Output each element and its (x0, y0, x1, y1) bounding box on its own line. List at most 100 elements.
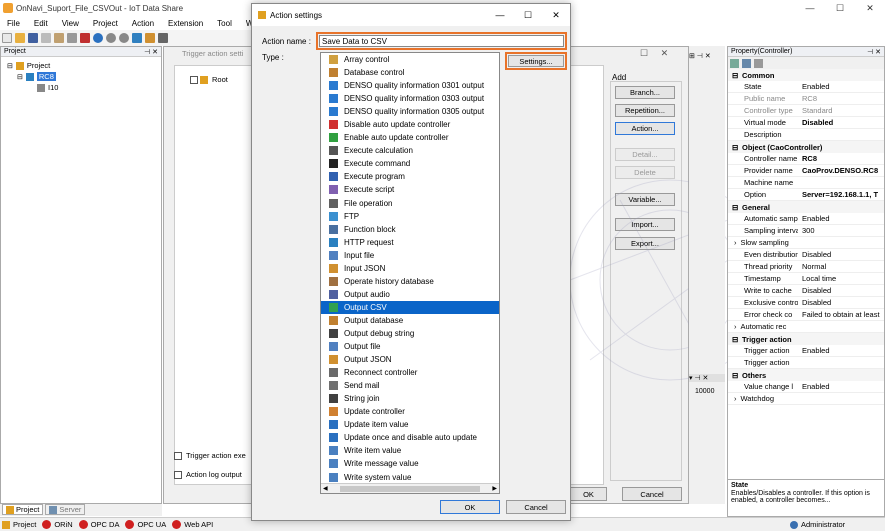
action-type-item[interactable]: Enable auto update controller (321, 131, 499, 144)
tab-server[interactable]: Server (45, 504, 86, 515)
action-type-item[interactable]: DENSO quality information 0301 output (321, 79, 499, 92)
action-type-item[interactable]: Execute command (321, 157, 499, 170)
log-checkbox-box[interactable] (174, 470, 182, 479)
action-type-item[interactable]: Execute program (321, 170, 499, 183)
property-row[interactable]: State Enabled (728, 81, 884, 93)
dock-controls-bottom[interactable]: ▾ ⊣ ✕ (689, 374, 725, 382)
tree-item-root[interactable]: Root (190, 75, 228, 84)
action-type-item[interactable]: Output file (321, 340, 499, 353)
property-collapsed-watchdog[interactable]: › Watchdog (728, 393, 884, 405)
panel-pin-close-icon[interactable]: ⊣ ✕ (144, 48, 161, 56)
menu-edit[interactable]: Edit (27, 19, 55, 28)
action-type-item[interactable]: Output audio (321, 288, 499, 301)
branch-button[interactable]: Branch... (615, 86, 675, 99)
action-type-item[interactable]: Input JSON (321, 262, 499, 275)
action-type-item[interactable]: Write system value (321, 471, 499, 484)
property-row[interactable]: Even distribution Disabled (728, 249, 884, 261)
property-pages-icon[interactable] (754, 58, 763, 68)
action-type-item[interactable]: Input file (321, 249, 499, 262)
property-row[interactable]: Value change l Enabled (728, 381, 884, 393)
action-type-item[interactable]: Update once and disable auto update (321, 431, 499, 444)
minimize-button[interactable]: — (795, 0, 825, 16)
open-folder-icon[interactable] (15, 33, 25, 43)
dialog-close-button[interactable]: ✕ (542, 10, 570, 21)
tree-item-i10[interactable]: I10 (7, 82, 155, 93)
action-log-output-checkbox[interactable]: Action log output (174, 470, 242, 479)
property-row[interactable]: Automatic sampling Enabled (728, 213, 884, 225)
paste-icon[interactable] (54, 33, 64, 43)
property-row[interactable]: Machine name (728, 177, 884, 189)
category-object[interactable]: ⊟ Object (CaoController) (728, 141, 884, 153)
property-row[interactable]: Public name RC8 (728, 93, 884, 105)
property-collapsed-automatic-rec[interactable]: › Automatic rec (728, 321, 884, 333)
panel-pin-close-icon[interactable]: ⊣ ✕ (867, 48, 884, 56)
status-project[interactable]: Project (2, 520, 36, 529)
close-button[interactable]: ✕ (855, 0, 885, 16)
repetition-button[interactable]: Repetition... (615, 104, 675, 117)
category-general[interactable]: ⊟ General (728, 201, 884, 213)
scroll-right-icon[interactable]: ▶ (492, 485, 497, 492)
menu-extension[interactable]: Extension (161, 19, 210, 28)
action-type-item[interactable]: Array control (321, 53, 499, 66)
play-icon[interactable] (93, 33, 103, 43)
dialog-minimize-button[interactable]: — (486, 10, 514, 21)
menu-project[interactable]: Project (86, 19, 125, 28)
trigger-cancel-button[interactable]: Cancel (622, 487, 682, 501)
copy-icon[interactable] (41, 33, 51, 43)
property-row[interactable]: Write to cache Disabled (728, 285, 884, 297)
menu-action[interactable]: Action (125, 19, 161, 28)
tools-icon[interactable] (145, 33, 155, 43)
expand-icon[interactable]: › (734, 322, 737, 331)
action-type-item[interactable]: Execute script (321, 183, 499, 196)
action-button[interactable]: Action... (615, 122, 675, 135)
maximize-button[interactable]: ☐ (825, 0, 855, 16)
tree-item-project[interactable]: ⊟ Project (7, 60, 155, 71)
property-row[interactable]: Description (728, 129, 884, 141)
trigger-ok-button[interactable]: OK (571, 487, 607, 501)
alphabetical-icon[interactable] (742, 58, 751, 68)
action-type-list[interactable]: Array control Database control DENSO quali… (320, 52, 500, 494)
export-icon[interactable] (158, 33, 168, 43)
dialog-ok-button[interactable]: OK (440, 500, 500, 514)
property-row[interactable]: Trigger action (728, 357, 884, 369)
settings-button[interactable]: Settings... (508, 55, 564, 67)
trigger-action-exec-checkbox[interactable]: Trigger action exe (174, 451, 246, 460)
action-type-item[interactable]: Send mail (321, 379, 499, 392)
property-row[interactable]: Provider name CaoProv.DENSO.RC8 (728, 165, 884, 177)
property-row[interactable]: Option Server=192.168.1.1, T (728, 189, 884, 201)
toolbox-icon[interactable] (80, 33, 90, 43)
status-orin[interactable]: ORiN (42, 520, 73, 529)
action-type-item[interactable]: HTTP request (321, 236, 499, 249)
new-file-icon[interactable] (2, 33, 12, 43)
stop-icon[interactable] (119, 33, 129, 43)
action-type-item[interactable]: Output CSV (321, 300, 499, 314)
category-trigger[interactable]: ⊟ Trigger action (728, 333, 884, 345)
action-type-item[interactable]: Disable auto update controller (321, 118, 499, 131)
tree-item-rc8[interactable]: ⊟ RC8 (7, 71, 155, 82)
action-type-item[interactable]: String join (321, 392, 499, 405)
action-type-item[interactable]: Execute calculation (321, 144, 499, 157)
status-web-api[interactable]: Web API (172, 520, 213, 529)
horizontal-scrollbar[interactable]: ◀ ▶ (321, 483, 499, 493)
dialog-cancel-button[interactable]: Cancel (506, 500, 566, 514)
action-type-item[interactable]: Database control (321, 66, 499, 79)
action-type-item[interactable]: Write message value (321, 457, 499, 470)
action-type-item[interactable]: Reconnect controller (321, 366, 499, 379)
menu-file[interactable]: File (0, 19, 27, 28)
property-row[interactable]: Virtual mode Disabled (728, 117, 884, 129)
category-others[interactable]: ⊟ Others (728, 369, 884, 381)
menu-tool[interactable]: Tool (210, 19, 239, 28)
property-row[interactable]: Controller name RC8 (728, 153, 884, 165)
monitor-icon[interactable] (132, 33, 142, 43)
tab-project[interactable]: Project (2, 504, 44, 515)
action-type-item[interactable]: File operation (321, 197, 499, 210)
trigger-window-controls[interactable]: ☐ ✕ (640, 48, 668, 59)
property-collapsed-slow-sampling[interactable]: › Slow sampling (728, 237, 884, 249)
property-row[interactable]: Exclusive control Disabled (728, 297, 884, 309)
save-icon[interactable] (28, 33, 38, 43)
scroll-thumb[interactable] (340, 485, 480, 492)
action-type-item[interactable]: Function block (321, 223, 499, 236)
action-type-item[interactable]: Output database (321, 314, 499, 327)
delete-icon[interactable] (67, 33, 77, 43)
pause-icon[interactable] (106, 33, 116, 43)
